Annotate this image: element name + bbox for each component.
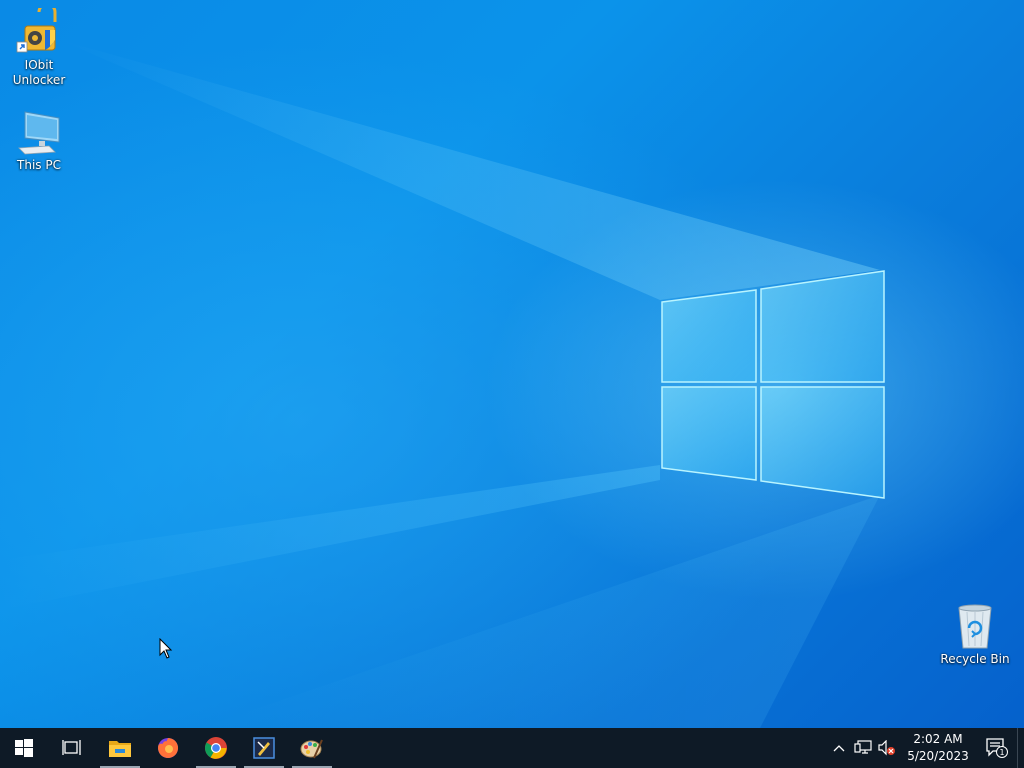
tray-network[interactable]: [851, 728, 875, 768]
task-view-icon: [62, 740, 81, 755]
network-icon: [854, 740, 872, 754]
this-pc-icon: [15, 108, 63, 156]
start-button[interactable]: [0, 728, 48, 768]
app-icon: [253, 737, 275, 759]
taskbar-file-explorer[interactable]: [96, 728, 144, 768]
taskbar-app[interactable]: [240, 728, 288, 768]
windows-start-icon: [15, 739, 33, 757]
desktop[interactable]: IObit Unlocker This PC Recycle Bin: [0, 0, 1024, 728]
tray-overflow-button[interactable]: [827, 728, 851, 768]
desktop-icon-label: Recycle Bin: [940, 652, 1010, 666]
firefox-icon: [158, 737, 179, 758]
clock-time: 2:02 AM: [913, 732, 963, 746]
clock-date: 5/20/2023: [907, 749, 969, 763]
desktop-icon-this-pc[interactable]: This PC: [3, 108, 75, 173]
file-explorer-icon: [109, 741, 131, 757]
system-tray: 2:02 AM 5/20/2023 1: [827, 728, 1024, 768]
chevron-up-icon: [833, 745, 845, 752]
taskbar: 2:02 AM 5/20/2023 1: [0, 728, 1024, 768]
mouse-cursor-icon: [159, 638, 173, 659]
desktop-icon-iobit-unlocker[interactable]: IObit Unlocker: [3, 2, 75, 88]
desktop-icon-label: IObit Unlocker: [12, 58, 66, 87]
task-view-button[interactable]: [48, 728, 96, 768]
windows-logo-wallpaper: [661, 270, 885, 499]
show-desktop-button[interactable]: [1017, 728, 1024, 768]
taskbar-paint[interactable]: [288, 728, 336, 768]
desktop-icon-recycle-bin[interactable]: Recycle Bin: [939, 602, 1011, 667]
taskbar-chrome[interactable]: [192, 728, 240, 768]
tray-volume[interactable]: [875, 728, 899, 768]
desktop-icon-label: This PC: [17, 158, 61, 172]
taskbar-firefox[interactable]: [144, 728, 192, 768]
notification-count: 1: [999, 748, 1004, 757]
paint-icon: [300, 739, 323, 759]
iobit-unlocker-icon: [15, 2, 63, 56]
taskbar-clock[interactable]: 2:02 AM 5/20/2023: [903, 731, 973, 765]
notification-icon: 1: [986, 738, 1008, 758]
chrome-icon: [205, 737, 227, 759]
recycle-bin-icon: [951, 602, 999, 650]
action-center-button[interactable]: 1: [977, 728, 1017, 768]
volume-muted-icon: [878, 740, 895, 756]
